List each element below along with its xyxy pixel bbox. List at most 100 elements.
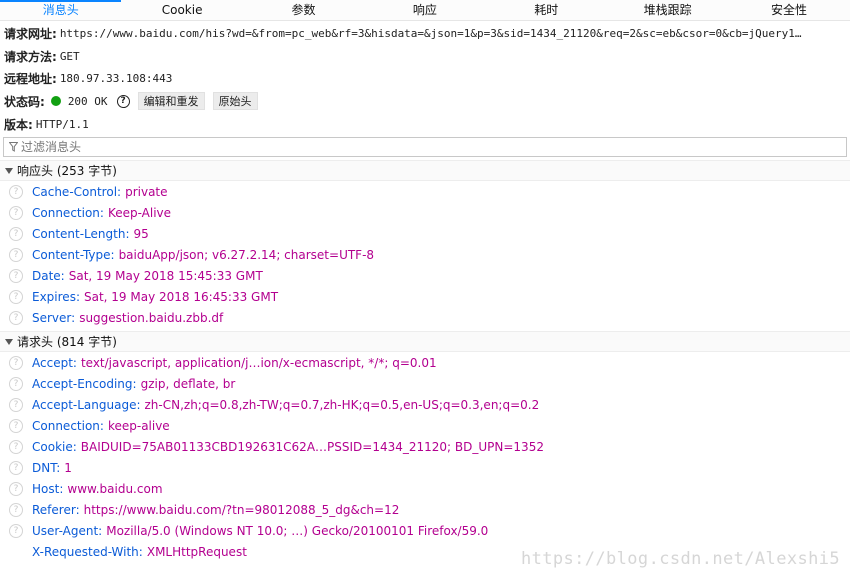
- header-name: Referer:: [32, 502, 80, 517]
- header-value: BAIDUID=75AB01133CBD192631C62A…PSSID=143…: [80, 439, 544, 454]
- request-url-row: 请求网址: https://www.baidu.com/his?wd=&from…: [4, 21, 850, 45]
- help-icon[interactable]: ?: [9, 289, 23, 304]
- watermark: https://blog.csdn.net/Alexshi5: [520, 549, 840, 569]
- header-value: keep-alive: [107, 418, 170, 433]
- status-code-label: 状态码:: [4, 94, 45, 109]
- header-name: Host:: [32, 481, 64, 496]
- edit-and-resend-button[interactable]: 编辑和重发: [137, 92, 205, 110]
- header-row[interactable]: ? Accept-Language: zh-CN,zh;q=0.8,zh-TW;q=…: [0, 394, 850, 415]
- http-version-row: 版本: HTTP/1.1: [4, 113, 850, 135]
- help-icon[interactable]: ?: [9, 184, 23, 199]
- header-value: Sat, 19 May 2018 16:45:33 GMT: [83, 289, 279, 304]
- header-row[interactable]: ? Server: suggestion.baidu.zbb.df: [0, 307, 850, 328]
- help-icon[interactable]: ?: [9, 310, 23, 325]
- request-headers-title: 请求头 (814 字节): [17, 335, 117, 349]
- collapse-triangle-icon[interactable]: [5, 338, 13, 345]
- header-name: X-Requested-With:: [32, 544, 143, 559]
- remote-address-row: 远程地址: 180.97.33.108:443: [4, 67, 850, 89]
- header-name: Connection:: [32, 205, 104, 220]
- tab-headers[interactable]: 消息头: [0, 0, 122, 20]
- header-name: Content-Length:: [32, 226, 130, 241]
- header-value: text/javascript, application/j…ion/x-ecm…: [80, 355, 437, 370]
- response-headers-title: 响应头 (253 字节): [17, 164, 117, 178]
- request-method-label: 请求方法:: [4, 49, 57, 64]
- raw-headers-button[interactable]: 原始头: [212, 92, 258, 110]
- tab-cookies[interactable]: Cookie: [121, 0, 242, 20]
- header-row[interactable]: ? Content-Length: 95: [0, 223, 850, 244]
- header-value: baiduApp/json; v6.27.2.14; charset=UTF-8: [118, 247, 375, 262]
- header-row[interactable]: ? Expires: Sat, 19 May 2018 16:45:33 GMT: [0, 286, 850, 307]
- header-value: Keep-Alive: [107, 205, 172, 220]
- help-icon[interactable]: ?: [9, 460, 23, 475]
- header-row[interactable]: ? DNT: 1: [0, 457, 850, 478]
- remote-address-label: 远程地址:: [4, 71, 57, 86]
- http-version-value: HTTP/1.1: [35, 117, 89, 131]
- tab-response[interactable]: 响应: [364, 0, 485, 20]
- header-row[interactable]: ? Connection: Keep-Alive: [0, 202, 850, 223]
- header-name: Accept-Encoding:: [32, 376, 137, 391]
- tab-bar: 消息头 Cookie 参数 响应 耗时 堆栈跟踪 安全性: [0, 0, 850, 21]
- filter-headers-input[interactable]: [21, 140, 421, 154]
- header-value: zh-CN,zh;q=0.8,zh-TW;q=0.7,zh-HK;q=0.5,e…: [144, 397, 540, 412]
- help-icon[interactable]: ?: [9, 481, 23, 496]
- tab-params[interactable]: 参数: [243, 0, 364, 20]
- request-method-row: 请求方法: GET: [4, 45, 850, 67]
- help-icon[interactable]: ?: [9, 439, 23, 454]
- response-headers-section[interactable]: 响应头 (253 字节): [0, 160, 850, 181]
- header-row[interactable]: ? Connection: keep-alive: [0, 415, 850, 436]
- status-ok-dot-icon: [50, 96, 61, 106]
- header-value: 95: [133, 226, 149, 241]
- http-version-label: 版本:: [4, 117, 33, 132]
- header-name: Expires:: [32, 289, 80, 304]
- header-row[interactable]: ? Host: www.baidu.com: [0, 478, 850, 499]
- header-row[interactable]: ? Referer: https://www.baidu.com/?tn=98012…: [0, 499, 850, 520]
- header-name: Server:: [32, 310, 76, 325]
- help-icon[interactable]: ?: [9, 355, 23, 370]
- header-row[interactable]: ? Date: Sat, 19 May 2018 15:45:33 GMT: [0, 265, 850, 286]
- header-name: Accept-Language:: [32, 397, 141, 412]
- header-value: Sat, 19 May 2018 15:45:33 GMT: [68, 268, 263, 283]
- header-name: DNT:: [32, 460, 61, 475]
- header-value: XMLHttpRequest: [146, 544, 247, 559]
- request-summary: 请求网址: https://www.baidu.com/his?wd=&from…: [0, 21, 850, 135]
- header-value: https://www.baidu.com/?tn=98012088_5_dg&…: [83, 502, 400, 517]
- header-row[interactable]: ? Accept: text/javascript, application/j…i…: [0, 352, 850, 373]
- help-icon[interactable]: ?: [9, 502, 23, 517]
- request-url-value[interactable]: https://www.baidu.com/his?wd=&from=pc_we…: [60, 27, 802, 40]
- collapse-triangle-icon[interactable]: [5, 167, 13, 174]
- help-icon[interactable]: ?: [9, 376, 23, 391]
- header-row[interactable]: ? Cache-Control: private: [0, 181, 850, 202]
- request-method-value: GET: [59, 49, 80, 63]
- help-icon[interactable]: ?: [9, 205, 23, 220]
- header-value: Mozilla/5.0 (Windows NT 10.0; …) Gecko/2…: [106, 523, 489, 538]
- help-icon[interactable]: ?: [9, 226, 23, 241]
- header-value: www.baidu.com: [67, 481, 163, 496]
- status-code-value: 200 OK: [67, 94, 108, 108]
- header-row[interactable]: ? User-Agent: Mozilla/5.0 (Windows NT 10.0…: [0, 520, 850, 541]
- help-icon[interactable]: ?: [9, 247, 23, 262]
- header-row[interactable]: ? Content-Type: baiduApp/json; v6.27.2.14;…: [0, 244, 850, 265]
- header-value: suggestion.baidu.zbb.df: [79, 310, 224, 325]
- help-icon[interactable]: ?: [9, 418, 23, 433]
- status-help-icon[interactable]: ?: [116, 94, 130, 108]
- header-value: gzip, deflate, br: [140, 376, 236, 391]
- header-row[interactable]: ? Accept-Encoding: gzip, deflate, br: [0, 373, 850, 394]
- request-headers-list: ? Accept: text/javascript, application/j…i…: [0, 352, 850, 562]
- response-headers-list: ? Cache-Control: private ? Connection: Keep-…: [0, 181, 850, 328]
- request-url-label: 请求网址:: [4, 26, 57, 41]
- tab-timings[interactable]: 耗时: [486, 0, 607, 20]
- filter-funnel-icon: [9, 142, 18, 152]
- request-headers-section[interactable]: 请求头 (814 字节): [0, 331, 850, 352]
- header-name: Connection:: [32, 418, 104, 433]
- status-code-row: 状态码: 200 OK ? 编辑和重发 原始头: [4, 89, 850, 113]
- help-icon[interactable]: ?: [9, 397, 23, 412]
- help-icon[interactable]: ?: [9, 268, 23, 283]
- tab-security[interactable]: 安全性: [728, 0, 849, 20]
- tab-stack-trace[interactable]: 堆栈跟踪: [607, 0, 728, 20]
- header-name: Accept:: [32, 355, 77, 370]
- help-icon[interactable]: ?: [9, 523, 23, 538]
- header-row[interactable]: ? Cookie: BAIDUID=75AB01133CBD192631C62A…P…: [0, 436, 850, 457]
- header-value: 1: [64, 460, 72, 475]
- filter-headers-box: [3, 137, 847, 157]
- header-name: Cookie:: [32, 439, 77, 454]
